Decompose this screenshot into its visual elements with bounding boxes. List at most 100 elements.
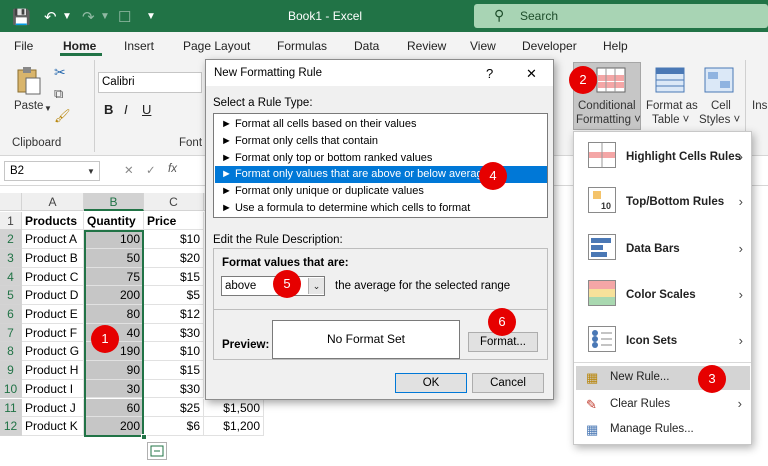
cell-c[interactable]: $15 <box>144 267 204 287</box>
help-icon[interactable]: ? <box>486 66 493 81</box>
row-header[interactable]: 2 <box>0 230 22 249</box>
cell-styles-icon[interactable] <box>704 67 734 93</box>
cell-a[interactable]: Products <box>22 211 84 231</box>
menu-item-clear-rules[interactable]: ✎ Clear Rules › <box>576 393 750 417</box>
cell-a[interactable]: Product E <box>22 305 84 324</box>
row-header[interactable]: 8 <box>0 342 22 362</box>
cell-b[interactable]: 30 <box>84 379 144 399</box>
cell-styles-label-1[interactable]: Cell <box>711 100 731 112</box>
redo-dropdown-icon[interactable]: ▼ <box>100 11 110 22</box>
undo-icon[interactable]: ↶ <box>44 8 57 26</box>
cell-a[interactable]: Product I <box>22 379 84 399</box>
tab-developer[interactable]: Developer <box>522 39 577 53</box>
cell-c[interactable]: Price <box>144 211 204 231</box>
tab-file[interactable]: File <box>14 39 33 53</box>
cell-a[interactable]: Product H <box>22 361 84 380</box>
menu-item-icon-sets[interactable]: Icon Sets › <box>574 326 751 360</box>
redo-icon[interactable]: ↷ <box>82 8 95 26</box>
cancel-entry-icon[interactable]: ✕ <box>124 163 134 177</box>
cell-a[interactable]: Product C <box>22 267 84 287</box>
insert-function-icon[interactable]: fx <box>168 163 177 175</box>
cut-icon[interactable]: ✂ <box>54 64 66 81</box>
form-icon[interactable]: ☐ <box>118 8 131 26</box>
menu-item-highlight-cells-rules[interactable]: Highlight Cells Rules › <box>574 142 751 176</box>
cell-a[interactable]: Product G <box>22 342 84 362</box>
column-header-a[interactable]: A <box>22 193 84 211</box>
row-header[interactable]: 10 <box>0 379 22 399</box>
row-header[interactable]: 9 <box>0 361 22 380</box>
cell-a[interactable]: Product J <box>22 398 84 418</box>
search-box[interactable]: ⚲ Search <box>474 4 768 28</box>
underline-icon[interactable]: U <box>142 102 151 117</box>
ok-button[interactable]: OK <box>395 373 467 393</box>
name-box-dropdown-icon[interactable]: ▼ <box>87 167 95 176</box>
paste-label[interactable]: Paste <box>14 100 43 112</box>
confirm-entry-icon[interactable]: ✓ <box>146 163 156 177</box>
rule-type-item[interactable]: ► Format only cells that contain <box>215 133 547 150</box>
cell-b[interactable]: 200 <box>84 417 144 436</box>
tab-review[interactable]: Review <box>407 39 446 53</box>
cell-b[interactable]: 60 <box>84 398 144 418</box>
cell-c[interactable]: $6 <box>144 417 204 436</box>
undo-dropdown-icon[interactable]: ▼ <box>62 11 72 22</box>
row-header[interactable]: 4 <box>0 267 22 287</box>
tab-page-layout[interactable]: Page Layout <box>183 39 250 53</box>
cell-b[interactable]: Quantity <box>84 211 144 231</box>
tab-help[interactable]: Help <box>603 39 628 53</box>
cell-b[interactable]: 100 <box>84 230 144 249</box>
cell-c[interactable]: $20 <box>144 248 204 268</box>
tab-insert[interactable]: Insert <box>124 39 154 53</box>
row-header[interactable]: 11 <box>0 398 22 418</box>
cell-d11[interactable]: $1,500 <box>204 398 264 418</box>
save-icon[interactable]: 💾 <box>12 8 31 26</box>
cell-a[interactable]: Product F <box>22 323 84 343</box>
name-box[interactable]: B2 ▼ <box>4 161 100 181</box>
row-header[interactable]: 6 <box>0 305 22 324</box>
cell-a[interactable]: Product A <box>22 230 84 249</box>
menu-item-top-bottom-rules[interactable]: 10 Top/Bottom Rules › <box>574 187 751 221</box>
cell-a[interactable]: Product D <box>22 286 84 305</box>
cell-c[interactable]: $25 <box>144 398 204 418</box>
cell-b[interactable]: 90 <box>84 361 144 380</box>
row-header[interactable]: 3 <box>0 248 22 268</box>
cell-c[interactable]: $15 <box>144 361 204 380</box>
italic-icon[interactable]: I <box>124 102 128 117</box>
format-painter-icon[interactable]: 🖌 <box>54 108 71 124</box>
format-as-table-label-2[interactable]: Table ˅ <box>652 114 689 126</box>
customize-toolbar-icon[interactable]: ▼ <box>146 11 156 22</box>
menu-item-data-bars[interactable]: Data Bars › <box>574 234 751 268</box>
font-name-select[interactable]: Calibri <box>98 72 202 93</box>
cell-a[interactable]: Product K <box>22 417 84 436</box>
cell-c[interactable]: $12 <box>144 305 204 324</box>
cell-c[interactable]: $10 <box>144 342 204 362</box>
tab-data[interactable]: Data <box>354 39 379 53</box>
cell-b[interactable]: 200 <box>84 286 144 305</box>
bold-icon[interactable]: B <box>104 102 113 117</box>
cell-c[interactable]: $10 <box>144 230 204 249</box>
column-header-b[interactable]: B <box>84 193 144 211</box>
cell-a[interactable]: Product B <box>22 248 84 268</box>
quick-analysis-icon[interactable] <box>147 442 167 460</box>
cell-b[interactable]: 50 <box>84 248 144 268</box>
tab-view[interactable]: View <box>470 39 496 53</box>
cell-b[interactable]: 80 <box>84 305 144 324</box>
column-header-c[interactable]: C <box>144 193 204 211</box>
select-all-corner[interactable] <box>0 193 22 211</box>
rule-type-item[interactable]: ► Use a formula to determine which cells… <box>215 200 547 217</box>
close-icon[interactable]: ✕ <box>526 66 537 82</box>
row-header[interactable]: 5 <box>0 286 22 305</box>
menu-item-color-scales[interactable]: Color Scales › <box>574 280 751 314</box>
format-as-table-icon[interactable] <box>655 67 685 93</box>
tab-formulas[interactable]: Formulas <box>277 39 327 53</box>
menu-item-manage-rules[interactable]: ▦ Manage Rules... <box>576 418 750 442</box>
cell-styles-label-2[interactable]: Styles ˅ <box>699 114 740 126</box>
cell-d12[interactable]: $1,200 <box>204 417 264 436</box>
copy-icon[interactable]: ⧉ <box>54 86 63 102</box>
rule-type-item[interactable]: ► Format all cells based on their values <box>215 116 547 133</box>
tab-home[interactable]: Home <box>63 39 96 53</box>
format-as-table-label-1[interactable]: Format as <box>646 100 698 112</box>
row-header[interactable]: 12 <box>0 417 22 436</box>
cancel-button[interactable]: Cancel <box>472 373 544 393</box>
paste-icon[interactable] <box>14 66 42 96</box>
chevron-down-icon[interactable]: ⌄ <box>308 278 324 294</box>
